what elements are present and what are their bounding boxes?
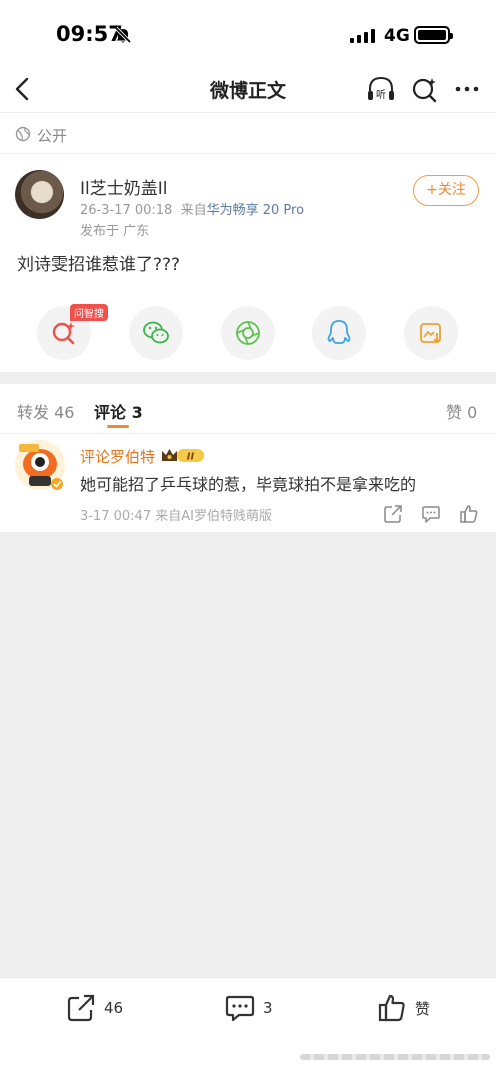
post-tabs: 转发 46 评论 3 赞 0 — [0, 384, 496, 434]
comment-item: 评论罗伯特 II 她可能招了乒乓球的惹，毕竟球拍不是拿来吃的 3-17 00:4… — [0, 434, 496, 532]
tab-active-indicator — [107, 425, 129, 428]
comment-level: II — [187, 452, 195, 463]
comment-text: 她可能招了乒乓球的惹，毕竟球拍不是拿来吃的 — [80, 475, 417, 494]
post-card: Il芝士奶盖Il 26-3-17 00:18 来自华为畅享 20 Pro 发布于… — [0, 154, 496, 372]
like-button[interactable]: 赞 — [377, 993, 430, 1023]
comment-like-icon[interactable] — [459, 504, 479, 524]
ai-search-icon[interactable] — [410, 74, 440, 104]
post-device[interactable]: 华为畅享 20 Pro — [207, 203, 304, 218]
home-indicator[interactable] — [300, 1054, 490, 1060]
post-location: 发布于 广东 — [80, 224, 150, 239]
wechat-icon — [143, 321, 169, 344]
listen-icon[interactable]: 听 — [366, 74, 396, 104]
save-image-icon — [420, 323, 441, 344]
comment-button[interactable]: 3 — [225, 993, 273, 1023]
globe-icon — [15, 126, 31, 142]
share-moments-button[interactable] — [221, 306, 275, 360]
status-bar: 09:57 4G — [0, 0, 496, 66]
nav-bar: 微博正文 听 — [0, 66, 496, 112]
robot-avatar[interactable] — [13, 438, 67, 492]
post-meta: 26-3-17 00:18 来自华为畅享 20 Pro — [80, 199, 304, 218]
tab-reposts[interactable]: 转发 46 — [17, 399, 74, 423]
like-label: 赞 — [415, 999, 431, 1018]
comment-count: 3 — [263, 999, 273, 1017]
visibility-bar: 公开 — [0, 112, 496, 154]
post-text: 刘诗雯招谁惹谁了??? — [17, 255, 181, 275]
post-source-prefix: 来自 — [180, 203, 207, 218]
bell-muted-icon — [114, 26, 132, 44]
battery-icon — [414, 26, 453, 44]
follow-button[interactable]: +关注 — [413, 175, 479, 206]
comment-author[interactable]: 评论罗伯特 — [80, 446, 155, 467]
signal-icon — [350, 29, 375, 43]
ai-search-icon — [52, 322, 75, 345]
ai-search-badge: 问智搜 — [70, 304, 108, 321]
repost-icon — [67, 994, 95, 1022]
visibility-label: 公开 — [37, 127, 68, 145]
comment-icon — [225, 995, 255, 1022]
repost-count: 46 — [104, 999, 124, 1017]
tab-likes[interactable]: 赞 0 — [446, 399, 477, 423]
comment-reply-icon[interactable] — [421, 504, 441, 524]
comment-share-icon[interactable] — [383, 504, 403, 524]
qq-icon — [327, 320, 351, 344]
moments-icon — [236, 321, 260, 345]
share-qq-button[interactable] — [312, 306, 366, 360]
comment-meta: 3-17 00:47 来自AI罗伯特贱萌版 — [80, 509, 272, 524]
tab-comments[interactable]: 评论 3 — [94, 399, 143, 423]
share-wechat-button[interactable] — [129, 306, 183, 360]
post-username[interactable]: Il芝士奶盖Il — [80, 174, 167, 199]
repost-button[interactable]: 46 — [66, 993, 123, 1023]
status-time: 09:57 — [56, 22, 123, 46]
avatar[interactable] — [15, 170, 64, 219]
more-icon[interactable] — [452, 74, 482, 104]
share-save-image-button[interactable] — [404, 306, 458, 360]
bottom-action-bar: 46 3 赞 — [0, 977, 496, 1076]
crown-level-icon: II — [162, 449, 204, 463]
svg-text:听: 听 — [376, 89, 386, 101]
post-date: 26-3-17 00:18 — [80, 203, 173, 218]
network-type: 4G — [384, 26, 410, 46]
like-icon — [378, 994, 405, 1022]
